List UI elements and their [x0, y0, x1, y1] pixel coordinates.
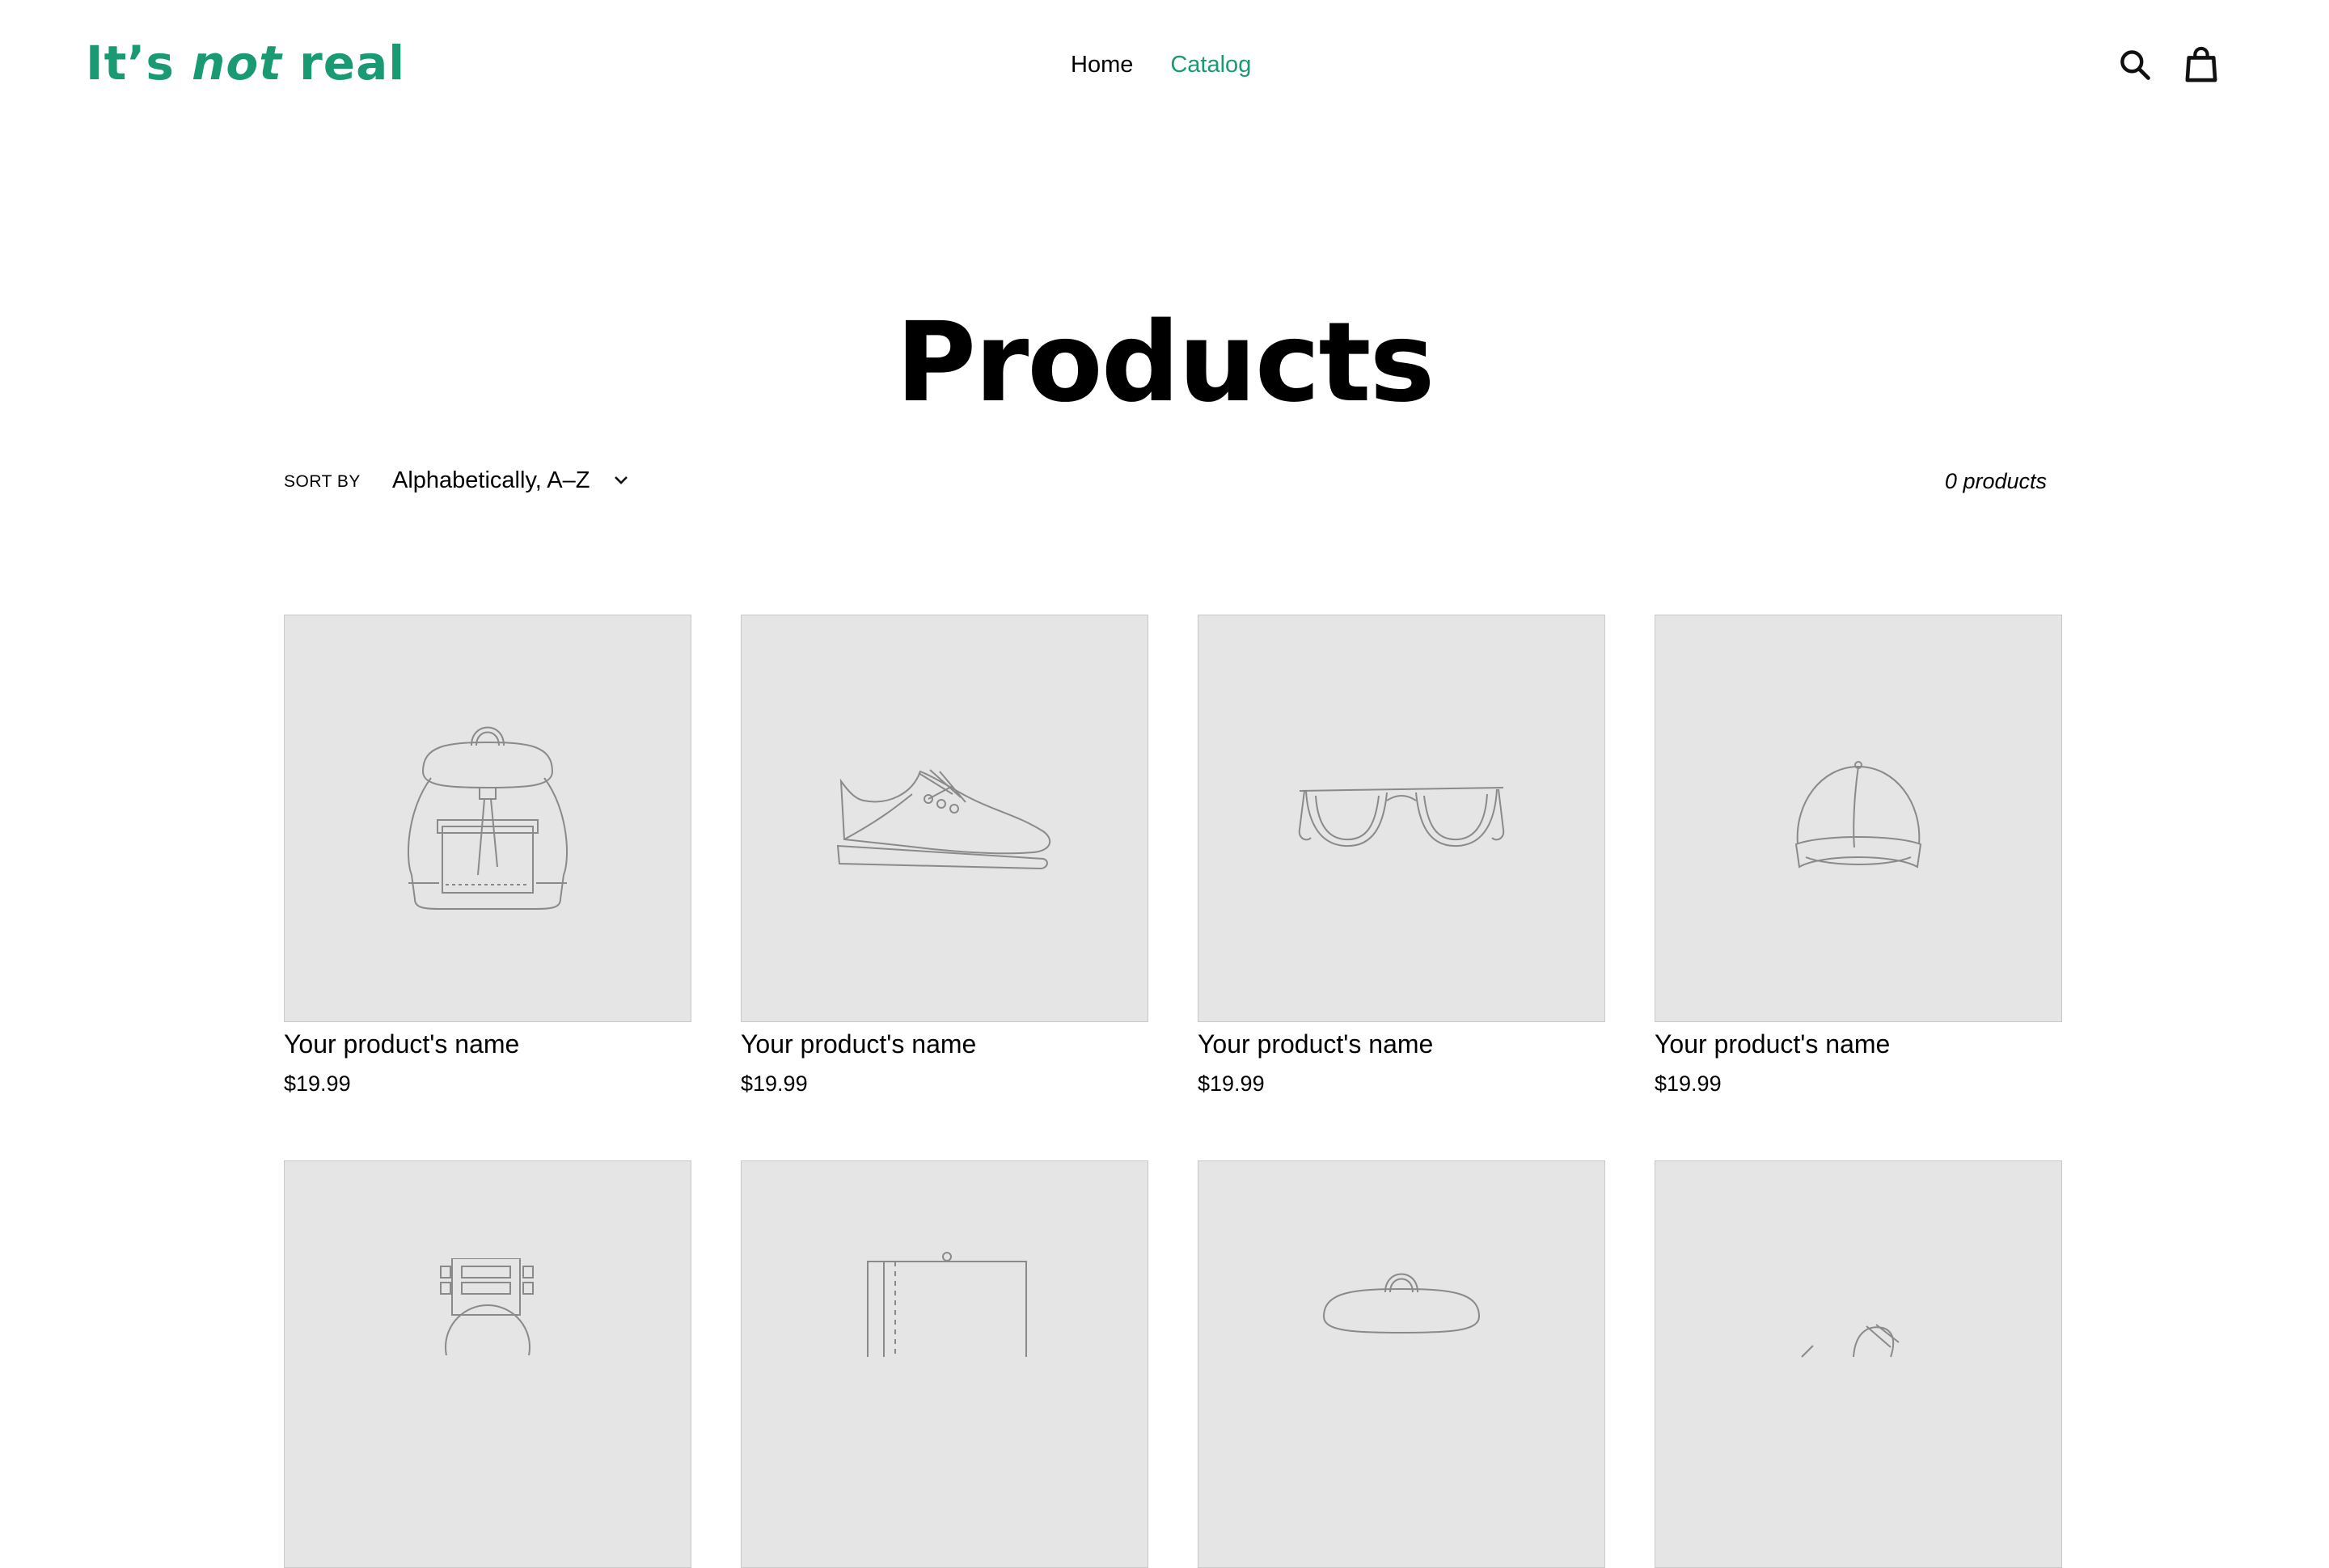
logo-text-part2: not	[192, 36, 282, 91]
sort-select[interactable]: Alphabetically, A–Z	[392, 464, 629, 497]
cart-icon	[2185, 46, 2217, 82]
product-image	[741, 615, 1148, 1022]
product-card[interactable]: Your product's name $19.99	[1655, 615, 2062, 1100]
search-button[interactable]	[2114, 42, 2156, 87]
product-card[interactable]	[284, 1160, 691, 1568]
notebook-icon	[867, 1252, 1027, 1357]
header-actions	[2114, 42, 2222, 87]
chevron-down-icon	[614, 476, 628, 484]
product-price: $19.99	[741, 1071, 808, 1096]
product-image	[284, 1160, 691, 1568]
main-nav: Home Catalog	[1071, 47, 1251, 82]
product-image	[1198, 1160, 1605, 1568]
product-card[interactable]	[1198, 1160, 1605, 1568]
logo-text-part3: real	[281, 36, 406, 91]
site-header: It’s not real Home Catalog	[0, 0, 2329, 129]
cart-button[interactable]	[2180, 42, 2222, 87]
product-name[interactable]: Your product's name	[1655, 1024, 2062, 1064]
product-name[interactable]: Your product's name	[284, 1024, 691, 1064]
collection-toolbar: SORT BY Alphabetically, A–Z 0 products	[284, 461, 2047, 501]
search-icon	[2120, 50, 2150, 80]
sort-select-value: Alphabetically, A–Z	[392, 467, 590, 493]
product-card[interactable]	[1655, 1160, 2062, 1568]
cap-icon	[1794, 761, 1922, 869]
product-price: $19.99	[1198, 1071, 1265, 1096]
product-image	[1198, 615, 1605, 1022]
product-card[interactable]	[741, 1160, 1148, 1568]
backpack-icon	[1322, 1273, 1481, 1334]
product-card[interactable]: Your product's name $19.99	[284, 615, 691, 1100]
nav-home[interactable]: Home	[1071, 47, 1133, 82]
product-count: 0 products	[1944, 469, 2047, 493]
product-price: $19.99	[284, 1071, 351, 1096]
backpack-icon	[408, 726, 568, 910]
sneaker-icon	[836, 769, 1051, 870]
product-image	[1655, 615, 2062, 1022]
sort-by-label: SORT BY	[284, 472, 361, 491]
sunglasses-icon	[1298, 787, 1505, 847]
product-name[interactable]: Your product's name	[741, 1024, 1148, 1064]
sneaker-icon	[1801, 1324, 1900, 1358]
page-title: Products	[895, 299, 1435, 428]
product-name[interactable]: Your product's name	[1198, 1024, 1605, 1064]
product-card[interactable]: Your product's name $19.99	[741, 615, 1148, 1100]
product-image	[1655, 1160, 2062, 1568]
product-card[interactable]: Your product's name $19.99	[1198, 615, 1605, 1100]
logo-text-part1: It’s	[86, 36, 192, 91]
store-logo[interactable]: It’s not real	[86, 31, 405, 95]
product-image	[284, 615, 691, 1022]
nav-catalog[interactable]: Catalog	[1170, 47, 1251, 82]
product-price: $19.99	[1655, 1071, 1722, 1096]
watch-icon	[440, 1258, 534, 1355]
product-image	[741, 1160, 1148, 1568]
